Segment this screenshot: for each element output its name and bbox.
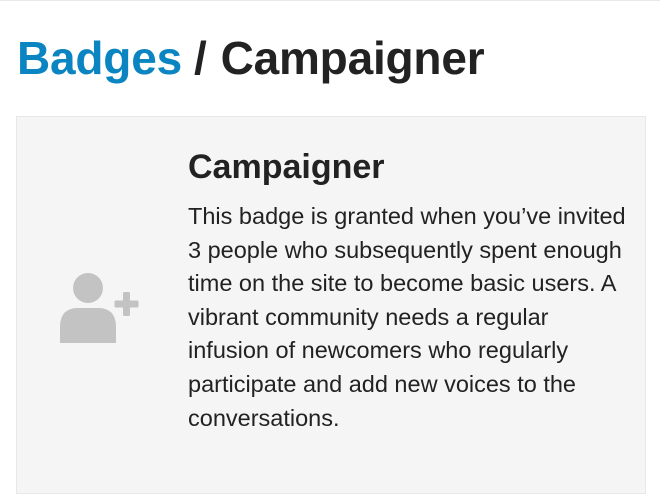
badge-card: Campaigner This badge is granted when yo…: [16, 116, 646, 494]
user-plus-icon: [57, 271, 145, 343]
breadcrumb-separator: /: [193, 32, 207, 84]
breadcrumb-badges-link[interactable]: Badges: [17, 32, 182, 84]
breadcrumb: Badges / Campaigner: [17, 30, 485, 86]
badge-description: This badge is granted when you’ve invite…: [188, 203, 626, 431]
badge-title: Campaigner: [188, 148, 385, 186]
badge-page: Badges / Campaigner Campaigner This badge …: [0, 0, 660, 500]
top-divider: [0, 0, 660, 1]
badge-content: Campaigner This badge is granted when yo…: [188, 147, 628, 435]
breadcrumb-current: Campaigner: [220, 32, 485, 84]
